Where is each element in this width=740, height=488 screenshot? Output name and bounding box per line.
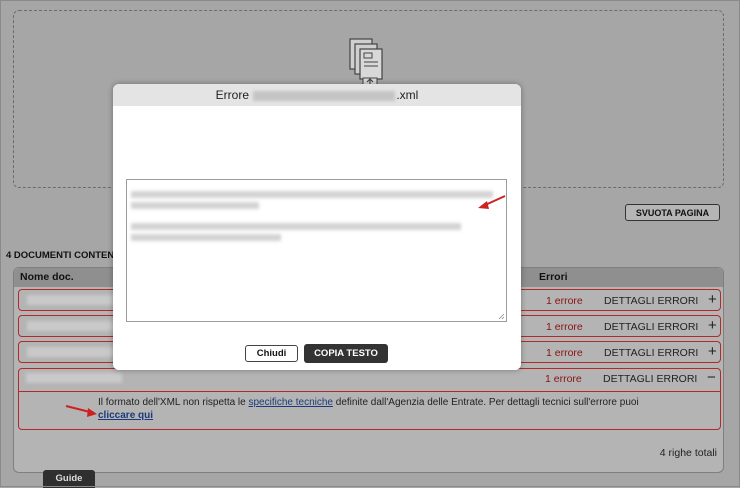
dialog-header: Errore .xml xyxy=(113,84,521,106)
close-button[interactable]: Chiudi xyxy=(245,345,298,362)
resize-grip-icon[interactable] xyxy=(498,313,505,320)
guide-tab[interactable]: Guide xyxy=(43,470,95,488)
documents-section-title: 4 DOCUMENTI CONTEN xyxy=(6,250,115,261)
error-dialog: Errore .xml Chiudi COPIA TESTO xyxy=(113,84,521,370)
redacted-text-line xyxy=(131,234,281,241)
redacted-text-line xyxy=(131,191,493,198)
clear-page-button[interactable]: SVUOTA PAGINA xyxy=(625,204,720,221)
error-count: 1 errore xyxy=(546,347,583,359)
error-count: 1 errore xyxy=(546,321,583,333)
document-upload-icon xyxy=(349,38,383,88)
expanded-table-row: 1 errore DETTAGLI ERRORI − Il formato de… xyxy=(18,368,721,430)
message-text: definite dall'Agenzia delle Entrate. Per… xyxy=(333,397,639,408)
column-header-errors: Errori xyxy=(539,271,568,283)
error-details-link[interactable]: DETTAGLI ERRORI xyxy=(604,295,698,307)
expanded-row-header[interactable]: 1 errore DETTAGLI ERRORI − xyxy=(18,368,721,390)
annotation-arrow-icon xyxy=(65,405,97,417)
copy-text-button[interactable]: COPIA TESTO xyxy=(304,344,388,363)
redacted-document-name xyxy=(27,347,123,357)
dialog-title-suffix: .xml xyxy=(396,88,419,102)
redacted-text-line xyxy=(131,223,461,230)
redacted-document-name xyxy=(27,295,123,305)
technical-specs-link[interactable]: specifiche tecniche xyxy=(249,397,334,408)
error-details-link[interactable]: DETTAGLI ERRORI xyxy=(604,347,698,359)
row-total: 4 righe totali xyxy=(659,447,717,459)
redacted-document-name xyxy=(27,321,123,331)
error-details-link[interactable]: DETTAGLI ERRORI xyxy=(603,373,697,385)
click-here-link[interactable]: cliccare qui xyxy=(98,410,153,421)
redacted-filename xyxy=(253,90,396,101)
error-count: 1 errore xyxy=(545,373,582,385)
annotation-arrow-icon xyxy=(478,195,506,209)
dialog-title-prefix: Errore xyxy=(215,88,249,102)
message-text: Il formato dell'XML non rispetta le xyxy=(98,397,249,408)
table-row[interactable]: 1 errore DETTAGLI ERRORI − xyxy=(19,369,720,392)
expand-icon[interactable]: + xyxy=(708,343,717,361)
dialog-title: Errore .xml xyxy=(216,88,419,102)
error-text-area[interactable] xyxy=(126,179,507,322)
expand-icon[interactable]: + xyxy=(708,291,717,309)
redacted-document-name xyxy=(26,373,122,383)
column-header-name: Nome doc. xyxy=(20,271,74,283)
collapse-icon[interactable]: − xyxy=(707,369,716,387)
redacted-text-line xyxy=(131,202,259,209)
expand-icon[interactable]: + xyxy=(708,317,717,335)
error-details-link[interactable]: DETTAGLI ERRORI xyxy=(604,321,698,333)
xml-error-message: Il formato dell'XML non rispetta le spec… xyxy=(98,397,678,422)
error-count: 1 errore xyxy=(546,295,583,307)
